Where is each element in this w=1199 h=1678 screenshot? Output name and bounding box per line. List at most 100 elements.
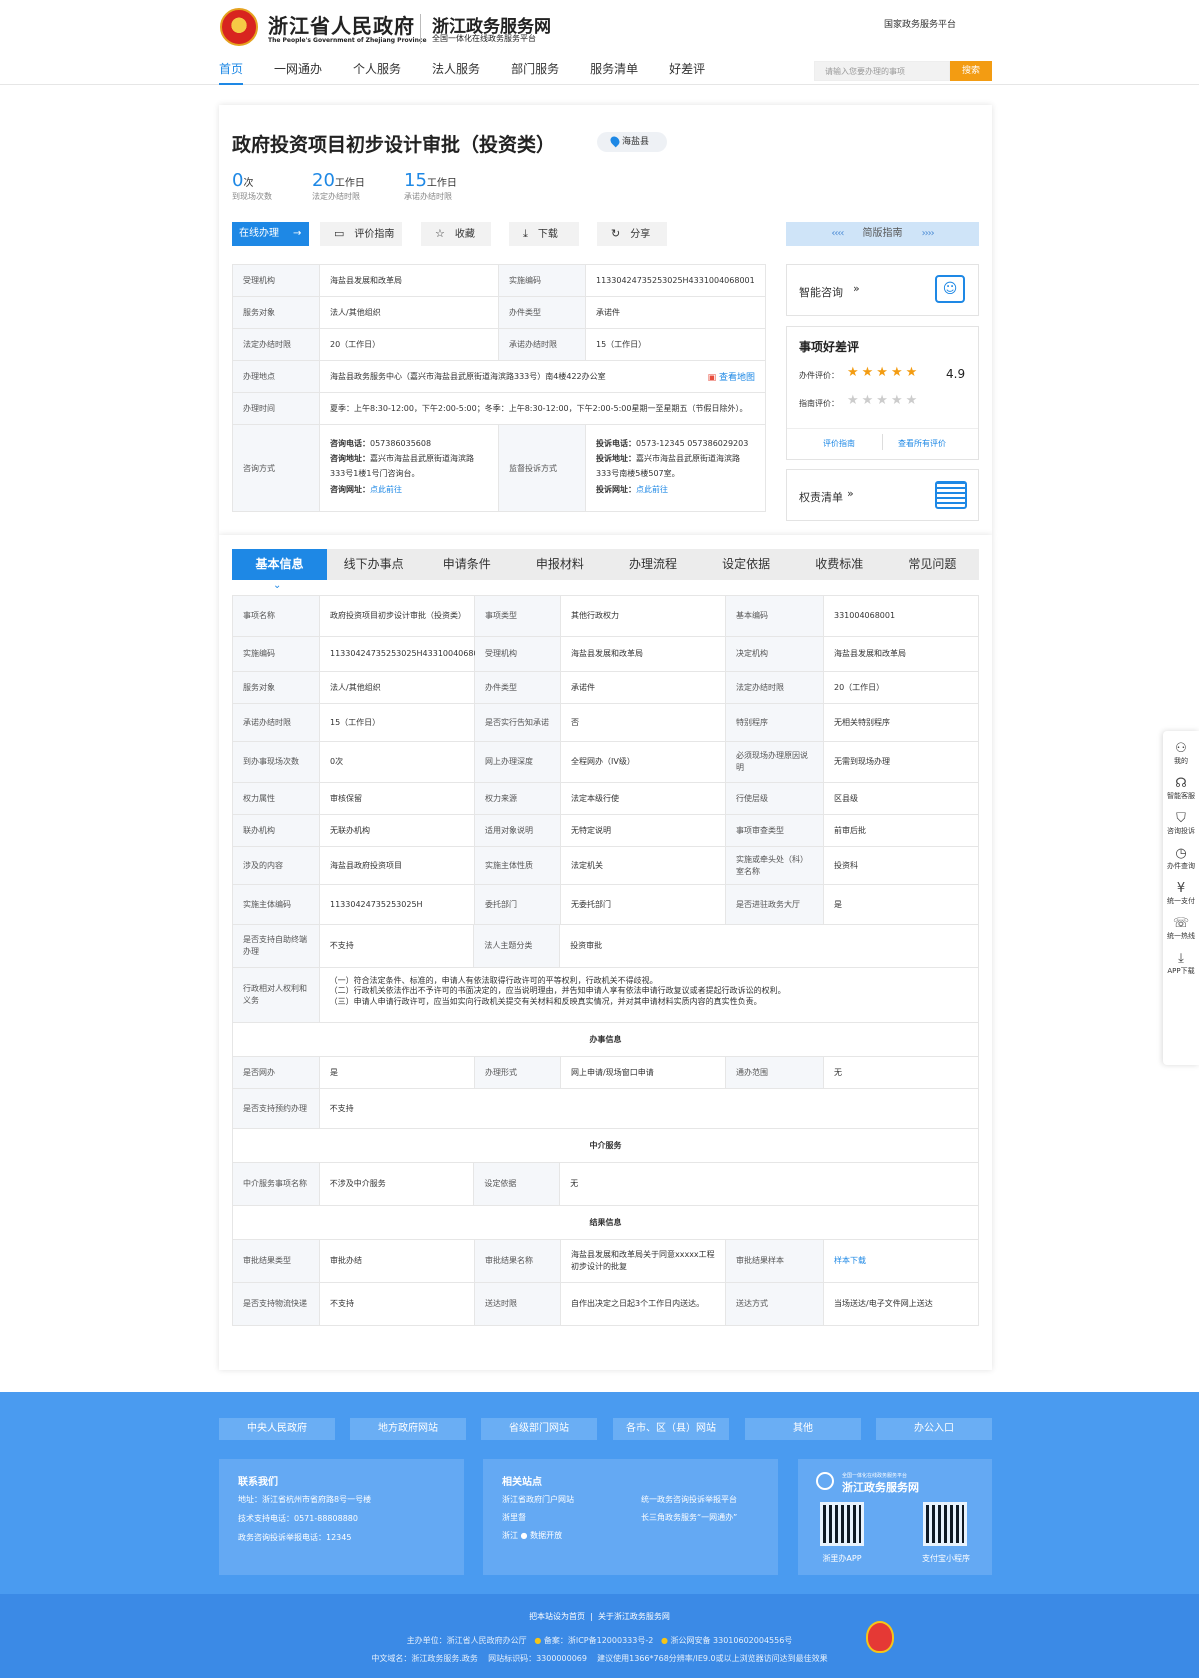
float-payment[interactable]: ¥ 统一支付: [1163, 881, 1199, 906]
online-apply-button[interactable]: 在线办理 →: [232, 222, 309, 246]
tab-basic-info[interactable]: 基本信息: [232, 549, 327, 580]
detail-value: 无委托部门: [561, 885, 726, 924]
star-icon: ☆: [435, 227, 445, 240]
tab-fees[interactable]: 收费标准: [793, 549, 886, 580]
nav-home[interactable]: 首页: [219, 60, 244, 85]
related-link[interactable]: 长三角政务服务“一网通办”: [641, 1512, 737, 1523]
detail-value: 无: [824, 1057, 979, 1088]
header-divider: [420, 14, 421, 44]
gov-name[interactable]: 浙江省人民政府: [268, 10, 415, 39]
divider: [882, 434, 883, 450]
float-mine[interactable]: ⚇ 我的: [1163, 741, 1199, 766]
detail-value: 海盐县发展和改革局关于同意xxxxx工程初步设计的批复: [561, 1240, 726, 1282]
nav-rating[interactable]: 好差评: [669, 60, 705, 85]
tab-conditions[interactable]: 申请条件: [420, 549, 513, 580]
download-button[interactable]: ⤓ 下载: [509, 222, 579, 246]
detail-value: 海盐县发展和改革局: [824, 637, 979, 671]
related-link[interactable]: 统一政务咨询投诉举报平台: [641, 1494, 737, 1505]
simple-guide-button[interactable]: ‹‹‹‹ 简版指南 ››››: [786, 222, 979, 246]
detail-value: 海盐县政府投资项目: [320, 847, 475, 884]
footer-link-central[interactable]: 中央人民政府: [219, 1418, 335, 1440]
site-subtitle: 全国一体化在线政务服务平台: [432, 34, 536, 43]
related-link[interactable]: 浙江省政府门户网站: [502, 1494, 574, 1505]
search-button[interactable]: 搜索: [950, 61, 992, 81]
detail-row: 办事信息: [233, 1023, 979, 1057]
float-complaint[interactable]: ⛉ 咨询投诉: [1163, 811, 1199, 836]
detail-value: 11330424735253025H4331004068001: [320, 637, 489, 671]
consult-web-link[interactable]: 点此前往: [370, 485, 402, 494]
tab-offline-points[interactable]: 线下办事点: [327, 549, 420, 580]
detail-key: 必须现场办理原因说明: [726, 742, 824, 782]
detail-table: 事项名称 政府投资项目初步设计审批（投资类） 事项类型 其他行政权力 基本编码 33100…: [232, 595, 979, 1326]
footer-link-cities[interactable]: 各市、区（县）网站: [613, 1418, 729, 1440]
view-map-link[interactable]: ▣ 查看地图: [708, 370, 755, 383]
national-platform-link[interactable]: 国家政务服务平台: [884, 17, 956, 30]
tab-process[interactable]: 办理流程: [606, 549, 699, 580]
detail-value: 20（工作日）: [824, 672, 979, 703]
party-gov-badge-icon[interactable]: [866, 1621, 894, 1653]
footer-row-1: 把本站设为首页 | 关于浙江政务服务网: [529, 1612, 670, 1621]
app-download-box: 全国一体化在线政务服务平台 浙江政务服务网 浙里办APP 支付宝小程序: [798, 1459, 992, 1575]
all-reviews-link[interactable]: 查看所有评价: [898, 438, 946, 449]
float-smart-service[interactable]: ☊ 智能客服: [1163, 776, 1199, 801]
footer-link-other[interactable]: 其他: [745, 1418, 861, 1440]
float-query[interactable]: ◷ 办件查询: [1163, 846, 1199, 871]
info-key: 办理地点: [233, 361, 320, 392]
nav-legal[interactable]: 法人服务: [432, 60, 480, 85]
detail-key: 通办范围: [726, 1057, 824, 1088]
nav-personal[interactable]: 个人服务: [353, 60, 401, 85]
search-input[interactable]: 请输入您要办理的事项: [814, 61, 950, 81]
footer-icp[interactable]: 备案：浙ICP备12000333号-2: [544, 1636, 653, 1645]
tab-basis[interactable]: 设定依据: [700, 549, 793, 580]
related-link[interactable]: 浙里督: [502, 1512, 526, 1523]
footer-link-provincial[interactable]: 省级部门网站: [481, 1418, 597, 1440]
info-key: 受理机构: [233, 265, 320, 296]
related-link[interactable]: 浙江 ● 数据开放: [502, 1530, 562, 1541]
detail-value: 无联办机构: [320, 815, 475, 846]
nav-department[interactable]: 部门服务: [511, 60, 559, 85]
complain-web-link[interactable]: 点此前往: [636, 485, 668, 494]
headset-icon: ☊: [1175, 776, 1187, 791]
basic-info-grid: 受理机构 海盐县发展和改革局 实施编码 11330424735253025H43…: [232, 264, 766, 512]
set-homepage-link[interactable]: 把本站设为首页: [529, 1612, 585, 1621]
about-link[interactable]: 关于浙江政务服务网: [598, 1612, 670, 1621]
nav-service-list[interactable]: 服务清单: [590, 60, 638, 85]
share-label: 分享: [630, 229, 651, 240]
footer-police[interactable]: 浙公网安备 33010602004556号: [671, 1636, 793, 1645]
comment-icon: ▭: [334, 227, 345, 240]
duty-list-box[interactable]: 权责清单 »: [786, 469, 979, 521]
footer-link-local[interactable]: 地方政府网站: [350, 1418, 466, 1440]
detail-row: 实施主体编码 11330424735253025H 委托部门 无委托部门 是否进驻政务大…: [233, 885, 979, 925]
share-button[interactable]: ↻ 分享: [597, 222, 667, 246]
eval-guide-link[interactable]: 评价指南: [823, 438, 855, 449]
detail-value: 不支持: [320, 1089, 979, 1128]
online-apply-label: 在线办理: [239, 228, 279, 239]
detail-key: 办件类型: [475, 672, 561, 703]
detail-value: 不涉及中介服务: [320, 1163, 475, 1205]
nav-one-stop[interactable]: 一网通办: [274, 60, 322, 85]
yen-icon: ¥: [1176, 881, 1186, 896]
float-label: 统一支付: [1167, 897, 1195, 905]
detail-value: 无需到现场办理: [824, 742, 979, 782]
guide-rating-stars[interactable]: ★★★★★: [847, 393, 920, 408]
detail-value[interactable]: 样本下载: [824, 1240, 979, 1282]
tab-materials[interactable]: 申报材料: [513, 549, 606, 580]
rights-line: （三）申请人申请行政许可，应当如实向行政机关提交有关材料和反映真实情况，并对其申…: [329, 996, 762, 1006]
detail-key: 实施主体编码: [233, 885, 320, 924]
rating-score: 4.9: [946, 367, 966, 381]
detail-row: 是否支持物流快递 不支持 送达时限 自作出决定之日起3个工作日内送达。 送达方式 当场送达…: [233, 1283, 979, 1326]
favorite-button[interactable]: ☆ 收藏: [421, 222, 491, 246]
float-label: 咨询投诉: [1167, 827, 1195, 835]
footer-domain: 中文域名：浙江政务服务.政务: [371, 1654, 478, 1663]
float-hotline[interactable]: ☏ 统一热线: [1163, 916, 1199, 941]
float-app[interactable]: ⤓ APP下载: [1163, 951, 1199, 976]
smart-consult-box[interactable]: 智能咨询 » ☺: [786, 264, 979, 316]
info-key: 监督投诉方式: [499, 425, 586, 511]
detail-key: 是否实行告知承诺: [475, 704, 561, 741]
footer-link-office[interactable]: 办公入口: [876, 1418, 992, 1440]
right-float-toolbar: ⚇ 我的 ☊ 智能客服 ⛉ 咨询投诉 ◷ 办件查询 ¥ 统一支付 ☏ 统一热线 ⤓ APP下载: [1163, 731, 1199, 1065]
tab-faq[interactable]: 常见问题: [886, 549, 979, 580]
eval-guide-button[interactable]: ▭ 评价指南: [320, 222, 402, 246]
arrow-right-icon: →: [293, 228, 302, 239]
detail-row: 权力属性 审核保留 权力来源 法定本级行使 行使层级 区县级: [233, 783, 979, 815]
